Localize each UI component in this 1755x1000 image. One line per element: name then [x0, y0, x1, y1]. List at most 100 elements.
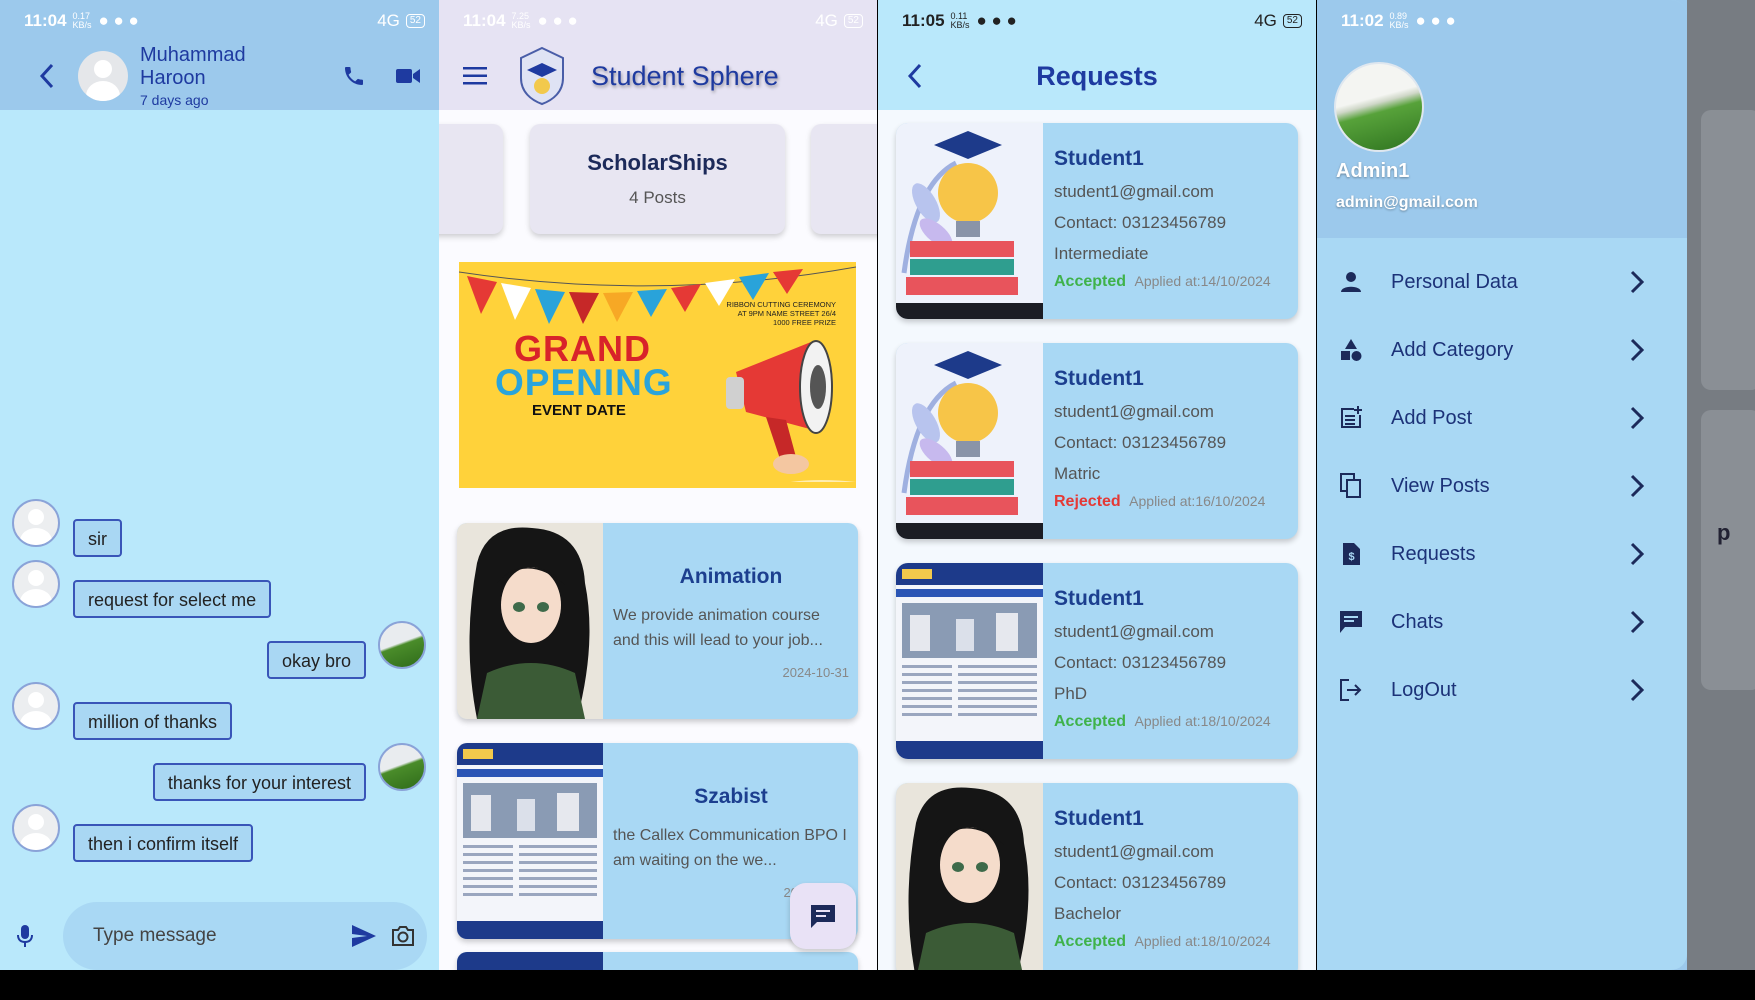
post-title: Szabist [694, 785, 768, 808]
svg-text:$: $ [1348, 551, 1354, 563]
menu-item-logout[interactable]: LogOut [1317, 660, 1687, 720]
message-bubble[interactable]: million of thanks [73, 702, 233, 740]
request-info: Student1 student1@gmail.com Contact: 031… [1054, 563, 1294, 731]
network-label: 4G [815, 11, 838, 30]
hamburger-menu-icon[interactable] [461, 62, 489, 90]
status-bar: 11:04 0.17 KB/s ● ● ● 4G 52 [0, 0, 439, 42]
screens: 11:04 0.17 KB/s ● ● ● 4G 52 Muhammad Har… [0, 0, 1755, 1000]
battery-icon: 52 [405, 14, 425, 28]
post-date: 2024-10-31 [782, 665, 850, 680]
contact-info: Muhammad Haroon 7 days ago [140, 44, 315, 108]
post-thumbnail [457, 952, 603, 970]
menu-item-label: Requests [1391, 542, 1476, 565]
category-name: ScholarShips [587, 150, 728, 175]
request-status-row: Rejected Applied at:16/10/2024 [1054, 493, 1294, 511]
post-card[interactable]: Animation We provide animation course an… [457, 523, 858, 719]
student-email: student1@gmail.com [1054, 842, 1214, 861]
student-email: student1@gmail.com [1054, 622, 1214, 641]
message-input[interactable] [93, 925, 333, 947]
menu-item-add-post[interactable]: Add Post [1317, 388, 1687, 448]
menu-item-requests[interactable]: $ Requests [1317, 524, 1687, 584]
menu-item-view-posts[interactable]: View Posts [1317, 456, 1687, 516]
status-bar: 11:04 7.25 KB/s ● ● ● 4G 52 [439, 0, 877, 42]
sender-avatar [12, 499, 60, 547]
back-arrow-icon[interactable] [904, 63, 926, 89]
student-level: Bachelor [1054, 904, 1122, 923]
request-info: Student1 student1@gmail.com Contact: 031… [1054, 123, 1294, 291]
menu-item-personal-data[interactable]: Personal Data [1317, 252, 1687, 312]
post-body: Animation We provide animation course an… [613, 523, 849, 680]
user-name: Admin1 [1336, 160, 1410, 182]
menu-item-chats[interactable]: Chats [1317, 592, 1687, 652]
student-level: Intermediate [1054, 244, 1149, 263]
category-card[interactable]: ScholarShips 4 Posts [530, 124, 785, 234]
megaphone-illustration [726, 340, 856, 482]
drawer-screen: p 11:02 0.89 KB/s ● ● ● 4G 52 Admin1 adm… [1317, 0, 1755, 970]
request-card[interactable]: Student1 student1@gmail.com Contact: 031… [896, 783, 1298, 970]
user-avatar[interactable] [1334, 62, 1424, 152]
contact-avatar[interactable] [78, 51, 128, 101]
phone-icon[interactable] [339, 61, 369, 91]
back-arrow-icon[interactable] [36, 63, 58, 89]
request-thumbnail [896, 343, 1043, 539]
message-bubble[interactable]: then i confirm itself [73, 824, 254, 862]
self-avatar [378, 621, 426, 669]
request-info: Student1 student1@gmail.com Contact: 031… [1054, 343, 1294, 511]
request-card[interactable]: Student1 student1@gmail.com Contact: 031… [896, 123, 1298, 319]
app-notification-icons: ● ● ● [98, 11, 139, 30]
status-time: 11:04 [463, 11, 506, 30]
status-speed: 7.25 KB/s [511, 11, 531, 30]
user-email: admin@gmail.com [1336, 194, 1478, 211]
request-card[interactable]: Student1 student1@gmail.com Contact: 031… [896, 563, 1298, 759]
chevron-right-icon [1623, 268, 1651, 296]
applied-date: Applied at:16/10/2024 [1129, 493, 1266, 509]
request-card[interactable]: Student1 student1@gmail.com Contact: 031… [896, 343, 1298, 539]
request-icon: $ [1337, 540, 1365, 568]
drawer-scrim[interactable]: p [1687, 0, 1755, 970]
navigation-drawer: 11:02 0.89 KB/s ● ● ● 4G 52 Admin1 admin… [1317, 0, 1687, 970]
message-list: sir request for select me okay bro milli… [0, 495, 439, 862]
banner-line2: OPENING [495, 362, 673, 403]
menu-item-label: Chats [1391, 610, 1444, 633]
category-card[interactable] [439, 124, 503, 234]
chat-icon [1337, 608, 1365, 636]
home-screen: 11:04 7.25 KB/s ● ● ● 4G 52 Student Sphe… [439, 0, 877, 970]
video-call-icon[interactable] [393, 61, 423, 91]
chevron-right-icon [1623, 540, 1651, 568]
sender-avatar [12, 682, 60, 730]
message-bubble[interactable]: thanks for your interest [152, 763, 366, 801]
status-time: 11:05 [902, 11, 945, 30]
menu-item-label: LogOut [1391, 678, 1457, 701]
message-bubble[interactable]: request for select me [73, 580, 272, 618]
microphone-icon[interactable] [12, 923, 38, 949]
app-notification-icons: ● ● ● [537, 11, 578, 30]
camera-icon[interactable] [388, 921, 418, 951]
banner-info: RIBBON CUTTING CEREMONY AT 9PM NAME STRE… [726, 300, 836, 327]
student-contact: Contact: 03123456789 [1054, 433, 1227, 452]
message-bubble[interactable]: sir [73, 519, 122, 557]
student-contact: Contact: 03123456789 [1054, 873, 1227, 892]
student-level: Matric [1054, 464, 1101, 483]
app-notification-icons: ● ● ● [1415, 11, 1456, 30]
message-input-wrap [63, 902, 427, 970]
send-icon[interactable] [349, 921, 379, 951]
message-row: million of thanks [0, 678, 439, 740]
request-thumbnail [896, 123, 1043, 319]
menu-item-label: Personal Data [1391, 270, 1518, 293]
status-badge: Accepted [1054, 933, 1127, 950]
menu-item-add-category[interactable]: Add Category [1317, 320, 1687, 380]
status-badge: Rejected [1054, 493, 1121, 510]
message-bubble[interactable]: okay bro [266, 641, 366, 679]
chat-fab[interactable] [790, 883, 856, 949]
status-speed: 0.89 KB/s [1389, 11, 1409, 30]
app-notification-icons: ● ● ● [976, 11, 1017, 30]
request-thumbnail [896, 783, 1043, 970]
category-carousel: ScholarShips 4 Posts [439, 110, 877, 245]
status-badge: Accepted [1054, 713, 1127, 730]
promo-banner[interactable]: RIBBON CUTTING CEREMONY AT 9PM NAME STRE… [459, 262, 856, 488]
message-composer [0, 902, 439, 970]
student-contact: Contact: 03123456789 [1054, 653, 1227, 672]
category-card[interactable] [811, 124, 877, 234]
student-name: Student1 [1054, 807, 1144, 830]
post-card[interactable] [457, 952, 858, 970]
